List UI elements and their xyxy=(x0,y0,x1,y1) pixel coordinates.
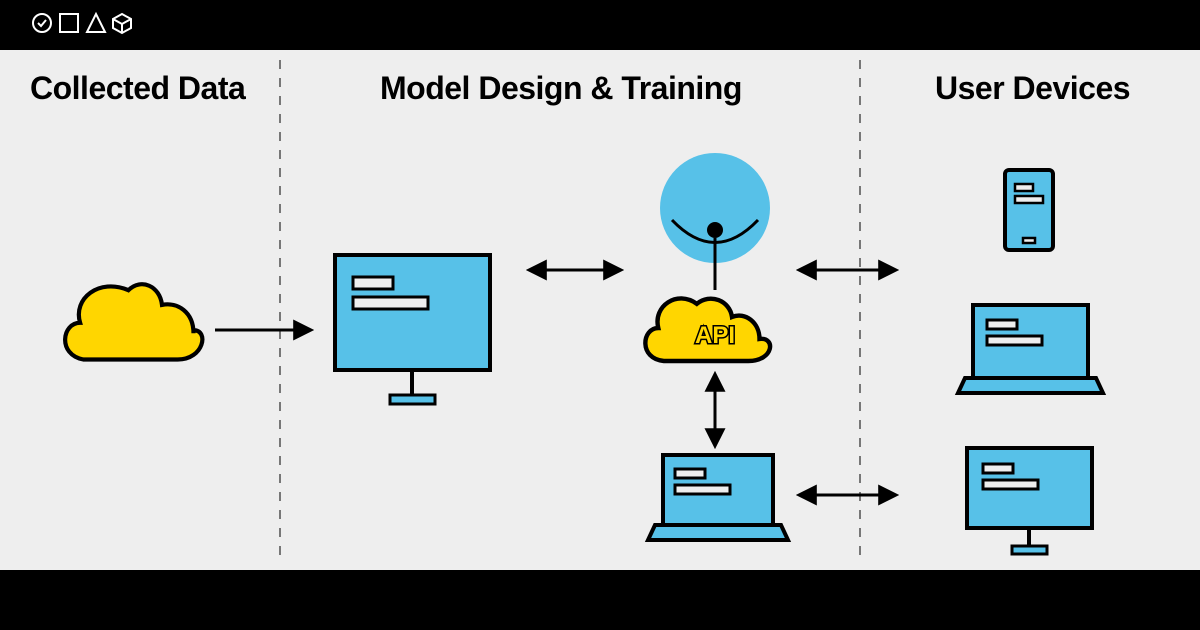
api-cloud-icon: API xyxy=(645,298,770,361)
logo-shapes-icon xyxy=(30,11,160,40)
user-laptop-icon xyxy=(958,305,1103,393)
bottom-bar xyxy=(0,570,1200,630)
heading-model-design: Model Design & Training xyxy=(380,70,742,107)
engineering-laptop-icon xyxy=(648,455,788,540)
api-label: API xyxy=(695,322,735,349)
diagram-canvas: API xyxy=(0,50,1200,570)
top-bar xyxy=(0,0,1200,50)
heading-user-devices: User Devices xyxy=(935,70,1130,107)
design-monitor-icon xyxy=(335,255,490,404)
heading-collected-data: Collected Data xyxy=(30,70,245,107)
collected-data-cloud-icon xyxy=(65,284,202,359)
user-desktop-icon xyxy=(967,448,1092,554)
user-phone-icon xyxy=(1005,170,1053,250)
api-stack: API xyxy=(645,153,770,361)
